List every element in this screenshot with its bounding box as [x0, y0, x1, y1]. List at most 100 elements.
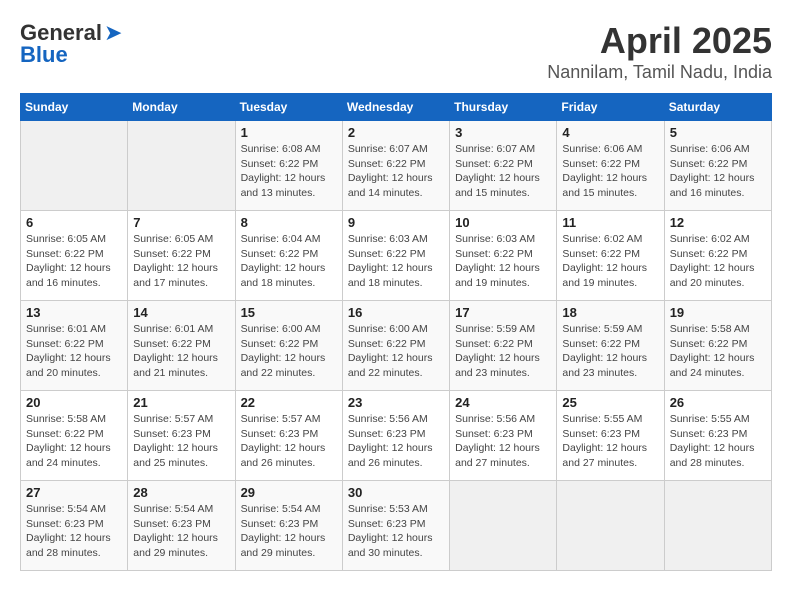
- calendar-table: SundayMondayTuesdayWednesdayThursdayFrid…: [20, 93, 772, 571]
- day-sun-info: Sunrise: 6:00 AMSunset: 6:22 PMDaylight:…: [241, 322, 337, 381]
- day-number: 17: [455, 305, 551, 320]
- calendar-cell: 2Sunrise: 6:07 AMSunset: 6:22 PMDaylight…: [342, 121, 449, 211]
- day-number: 20: [26, 395, 122, 410]
- calendar-month-year: April 2025: [547, 20, 772, 62]
- day-sun-info: Sunrise: 5:59 AMSunset: 6:22 PMDaylight:…: [562, 322, 658, 381]
- day-number: 12: [670, 215, 766, 230]
- calendar-cell: [21, 121, 128, 211]
- day-sun-info: Sunrise: 6:06 AMSunset: 6:22 PMDaylight:…: [562, 142, 658, 201]
- day-number: 4: [562, 125, 658, 140]
- days-of-week-row: SundayMondayTuesdayWednesdayThursdayFrid…: [21, 94, 772, 121]
- day-of-week-thursday: Thursday: [450, 94, 557, 121]
- day-number: 5: [670, 125, 766, 140]
- page-header: General ➤ Blue April 2025 Nannilam, Tami…: [20, 20, 772, 83]
- calendar-header: SundayMondayTuesdayWednesdayThursdayFrid…: [21, 94, 772, 121]
- day-sun-info: Sunrise: 5:58 AMSunset: 6:22 PMDaylight:…: [670, 322, 766, 381]
- calendar-cell: [664, 481, 771, 571]
- day-sun-info: Sunrise: 5:53 AMSunset: 6:23 PMDaylight:…: [348, 502, 444, 561]
- calendar-cell: 5 Sunrise: 6:06 AMSunset: 6:22 PMDaylight…: [664, 121, 771, 211]
- day-sun-info: Sunrise: 6:04 AMSunset: 6:22 PMDaylight:…: [241, 232, 337, 291]
- calendar-cell: 27Sunrise: 5:54 AMSunset: 6:23 PMDayligh…: [21, 481, 128, 571]
- calendar-cell: 13 Sunrise: 6:01 AMSunset: 6:22 PMDayligh…: [21, 301, 128, 391]
- day-number: 14: [133, 305, 229, 320]
- calendar-cell: 22 Sunrise: 5:57 AMSunset: 6:23 PMDayligh…: [235, 391, 342, 481]
- day-number: 18: [562, 305, 658, 320]
- day-of-week-wednesday: Wednesday: [342, 94, 449, 121]
- day-sun-info: Sunrise: 5:56 AMSunset: 6:23 PMDaylight:…: [348, 412, 444, 471]
- calendar-cell: 12Sunrise: 6:02 AMSunset: 6:22 PMDayligh…: [664, 211, 771, 301]
- calendar-cell: 23 Sunrise: 5:56 AMSunset: 6:23 PMDayligh…: [342, 391, 449, 481]
- day-sun-info: Sunrise: 5:59 AMSunset: 6:22 PMDaylight:…: [455, 322, 551, 381]
- day-sun-info: Sunrise: 6:08 AMSunset: 6:22 PMDaylight:…: [241, 142, 337, 201]
- day-sun-info: Sunrise: 6:01 AMSunset: 6:22 PMDaylight:…: [133, 322, 229, 381]
- day-number: 8: [241, 215, 337, 230]
- day-sun-info: Sunrise: 6:06 AMSunset: 6:22 PMDaylight:…: [670, 142, 766, 201]
- day-sun-info: Sunrise: 5:57 AMSunset: 6:23 PMDaylight:…: [133, 412, 229, 471]
- day-number: 22: [241, 395, 337, 410]
- calendar-cell: 8 Sunrise: 6:04 AMSunset: 6:22 PMDaylight…: [235, 211, 342, 301]
- calendar-cell: 29Sunrise: 5:54 AMSunset: 6:23 PMDayligh…: [235, 481, 342, 571]
- day-sun-info: Sunrise: 5:54 AMSunset: 6:23 PMDaylight:…: [133, 502, 229, 561]
- day-number: 19: [670, 305, 766, 320]
- day-sun-info: Sunrise: 5:55 AMSunset: 6:23 PMDaylight:…: [562, 412, 658, 471]
- day-number: 21: [133, 395, 229, 410]
- calendar-cell: 14 Sunrise: 6:01 AMSunset: 6:22 PMDayligh…: [128, 301, 235, 391]
- day-number: 24: [455, 395, 551, 410]
- day-of-week-friday: Friday: [557, 94, 664, 121]
- day-number: 23: [348, 395, 444, 410]
- day-number: 28: [133, 485, 229, 500]
- calendar-cell: 28 Sunrise: 5:54 AMSunset: 6:23 PMDayligh…: [128, 481, 235, 571]
- day-of-week-tuesday: Tuesday: [235, 94, 342, 121]
- calendar-cell: [450, 481, 557, 571]
- day-number: 30: [348, 485, 444, 500]
- calendar-week-3: 13 Sunrise: 6:01 AMSunset: 6:22 PMDayligh…: [21, 301, 772, 391]
- day-sun-info: Sunrise: 6:01 AMSunset: 6:22 PMDaylight:…: [26, 322, 122, 381]
- day-sun-info: Sunrise: 5:58 AMSunset: 6:22 PMDaylight:…: [26, 412, 122, 471]
- calendar-cell: 7Sunrise: 6:05 AMSunset: 6:22 PMDaylight…: [128, 211, 235, 301]
- day-number: 13: [26, 305, 122, 320]
- logo-text-blue: Blue: [20, 42, 68, 68]
- day-of-week-monday: Monday: [128, 94, 235, 121]
- calendar-week-5: 27 Sunrise: 5:54 AMSunset: 6:23 PMDayligh…: [21, 481, 772, 571]
- calendar-cell: [557, 481, 664, 571]
- calendar-cell: 19 Sunrise: 5:58 AMSunset: 6:22 PMDayligh…: [664, 301, 771, 391]
- day-of-week-saturday: Saturday: [664, 94, 771, 121]
- day-sun-info: Sunrise: 5:54 AMSunset: 6:23 PMDaylight:…: [241, 502, 337, 561]
- calendar-cell: [128, 121, 235, 211]
- calendar-cell: 18 Sunrise: 5:59 AMSunset: 6:22 PMDayligh…: [557, 301, 664, 391]
- day-number: 3: [455, 125, 551, 140]
- day-sun-info: Sunrise: 6:07 AMSunset: 6:22 PMDaylight:…: [348, 142, 444, 201]
- day-sun-info: Sunrise: 5:56 AMSunset: 6:23 PMDaylight:…: [455, 412, 551, 471]
- calendar-cell: 9 Sunrise: 6:03 AMSunset: 6:22 PMDaylight…: [342, 211, 449, 301]
- day-number: 27: [26, 485, 122, 500]
- calendar-cell: 6Sunrise: 6:05 AMSunset: 6:22 PMDaylight…: [21, 211, 128, 301]
- day-sun-info: Sunrise: 6:02 AMSunset: 6:22 PMDaylight:…: [562, 232, 658, 291]
- day-of-week-sunday: Sunday: [21, 94, 128, 121]
- day-number: 15: [241, 305, 337, 320]
- calendar-cell: 1 Sunrise: 6:08 AMSunset: 6:22 PMDaylight…: [235, 121, 342, 211]
- calendar-cell: 11Sunrise: 6:02 AMSunset: 6:22 PMDayligh…: [557, 211, 664, 301]
- calendar-week-2: 6Sunrise: 6:05 AMSunset: 6:22 PMDaylight…: [21, 211, 772, 301]
- logo-bird-icon: ➤: [104, 20, 122, 46]
- day-number: 26: [670, 395, 766, 410]
- calendar-cell: 17 Sunrise: 5:59 AMSunset: 6:22 PMDayligh…: [450, 301, 557, 391]
- day-sun-info: Sunrise: 5:57 AMSunset: 6:23 PMDaylight:…: [241, 412, 337, 471]
- calendar-cell: 21 Sunrise: 5:57 AMSunset: 6:23 PMDayligh…: [128, 391, 235, 481]
- day-sun-info: Sunrise: 6:03 AMSunset: 6:22 PMDaylight:…: [348, 232, 444, 291]
- calendar-cell: 4 Sunrise: 6:06 AMSunset: 6:22 PMDaylight…: [557, 121, 664, 211]
- logo: General ➤ Blue: [20, 20, 122, 68]
- calendar-cell: 15 Sunrise: 6:00 AMSunset: 6:22 PMDayligh…: [235, 301, 342, 391]
- calendar-cell: 30 Sunrise: 5:53 AMSunset: 6:23 PMDayligh…: [342, 481, 449, 571]
- calendar-cell: 25 Sunrise: 5:55 AMSunset: 6:23 PMDayligh…: [557, 391, 664, 481]
- calendar-week-4: 20 Sunrise: 5:58 AMSunset: 6:22 PMDayligh…: [21, 391, 772, 481]
- day-number: 25: [562, 395, 658, 410]
- day-number: 7: [133, 215, 229, 230]
- day-number: 1: [241, 125, 337, 140]
- calendar-week-1: 1 Sunrise: 6:08 AMSunset: 6:22 PMDaylight…: [21, 121, 772, 211]
- day-sun-info: Sunrise: 5:55 AMSunset: 6:23 PMDaylight:…: [670, 412, 766, 471]
- day-number: 6: [26, 215, 122, 230]
- day-number: 9: [348, 215, 444, 230]
- calendar-title-block: April 2025 Nannilam, Tamil Nadu, India: [547, 20, 772, 83]
- calendar-cell: 20 Sunrise: 5:58 AMSunset: 6:22 PMDayligh…: [21, 391, 128, 481]
- calendar-cell: 10Sunrise: 6:03 AMSunset: 6:22 PMDayligh…: [450, 211, 557, 301]
